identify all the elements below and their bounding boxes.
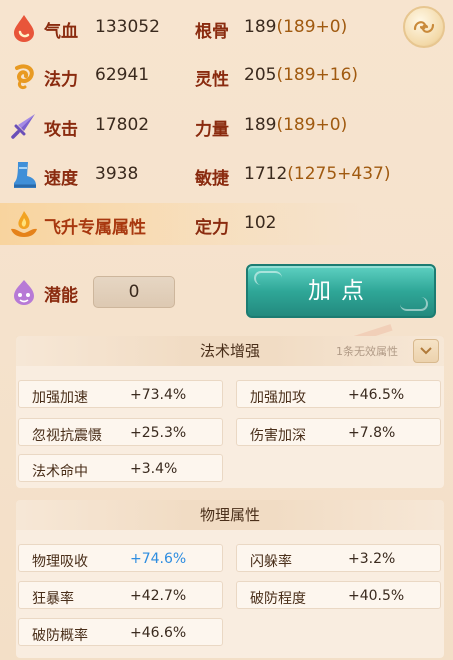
- wuli-section-header: 物理属性: [16, 500, 444, 530]
- wuli-item-0: 物理吸收 +74.6%: [18, 544, 223, 572]
- fashu-item-2: 忽视抗震慑 +25.3%: [18, 418, 223, 446]
- attr-name: 狂暴率: [32, 591, 74, 607]
- stat-row-qixue: 气血 133052 根骨 189(189+0): [0, 8, 453, 48]
- lingxing-extra: (189+16): [276, 65, 359, 85]
- qixue-value: 133052: [95, 17, 160, 37]
- minjie-base: 1712: [244, 164, 288, 184]
- blood-drop-icon: [14, 15, 34, 42]
- attr-value: +46.6%: [130, 625, 187, 641]
- boot-icon: [14, 162, 36, 188]
- dingli-value: 102: [244, 213, 277, 233]
- attr-value: +3.4%: [130, 461, 178, 477]
- fashu-section: 法术增强 1条无效属性 加强加速 +73.4% 加强加攻 +46.5% 忽视抗震…: [16, 336, 444, 488]
- attr-value: +25.3%: [130, 425, 187, 441]
- wuli-item-4: 破防概率 +46.6%: [18, 618, 223, 646]
- swirl-mana-icon: [15, 64, 34, 90]
- gengu-label: 根骨: [195, 22, 229, 42]
- liliang-label: 力量: [195, 120, 229, 140]
- attr-name: 法术命中: [32, 464, 88, 480]
- wuli-section: 物理属性 物理吸收 +74.6% 闪躲率 +3.2% 狂暴率 +42.7% 破防…: [16, 500, 444, 658]
- gongji-value: 17802: [95, 115, 150, 135]
- fashu-dropdown-button[interactable]: [413, 339, 439, 363]
- qixue-label: 气血: [44, 22, 78, 42]
- chevron-down-icon: [420, 347, 432, 355]
- gengu-extra: (189+0): [276, 17, 348, 37]
- stat-row-fali: 法力 62941 灵性 205(189+16): [0, 56, 453, 96]
- lingxing-label: 灵性: [195, 70, 229, 90]
- wuli-item-3: 破防程度 +40.5%: [236, 581, 441, 609]
- invalid-attribute-note: 1条无效属性: [336, 345, 398, 358]
- liliang-base: 189: [244, 115, 277, 135]
- fali-label: 法力: [44, 70, 78, 90]
- stat-row-sudu: 速度 3938 敏捷 1712(1275+437): [0, 155, 453, 195]
- attr-value: +46.5%: [348, 387, 405, 403]
- attr-name: 忽视抗震慑: [32, 428, 102, 444]
- add-point-button[interactable]: 加点: [246, 264, 436, 318]
- attr-value: +42.7%: [130, 588, 187, 604]
- minjie-label: 敏捷: [195, 169, 229, 189]
- attr-value: +3.2%: [348, 551, 396, 567]
- minjie-extra: (1275+437): [287, 164, 391, 184]
- dingli-label: 定力: [195, 218, 229, 238]
- lingxing-base: 205: [244, 65, 277, 85]
- spirit-orb-icon: [14, 280, 34, 305]
- fashu-item-3: 伤害加深 +7.8%: [236, 418, 441, 446]
- attr-name: 破防程度: [250, 591, 306, 607]
- character-attribute-panel: 气血 133052 根骨 189(189+0) 法力 62941 灵性 205(…: [0, 0, 453, 660]
- attr-name: 闪躲率: [250, 554, 292, 570]
- attr-name: 破防概率: [32, 628, 88, 644]
- fali-value: 62941: [95, 65, 150, 85]
- stat-row-feisheng: 飞升专属属性 定力 102: [0, 204, 453, 244]
- feisheng-label: 飞升专属属性: [44, 218, 146, 238]
- gongji-label: 攻击: [44, 120, 78, 140]
- fashu-item-4: 法术命中 +3.4%: [18, 454, 223, 482]
- attr-name: 伤害加深: [250, 428, 306, 444]
- wuli-item-1: 闪躲率 +3.2%: [236, 544, 441, 572]
- gengu-value: 189(189+0): [244, 17, 347, 37]
- stat-row-gongji: 攻击 17802 力量 189(189+0): [0, 106, 453, 146]
- fashu-item-1: 加强加攻 +46.5%: [236, 380, 441, 408]
- attr-value: +73.4%: [130, 387, 187, 403]
- potential-value-field[interactable]: 0: [93, 276, 175, 308]
- attr-name: 加强加速: [32, 390, 88, 406]
- potential-label: 潜能: [44, 286, 78, 306]
- fashu-section-title: 法术增强: [199, 342, 260, 360]
- minjie-value: 1712(1275+437): [244, 164, 391, 184]
- flame-lotus-icon: [11, 211, 37, 237]
- attr-name: 物理吸收: [32, 554, 88, 570]
- liliang-value: 189(189+0): [244, 115, 347, 135]
- attr-value: +7.8%: [348, 425, 396, 441]
- attr-value: +40.5%: [348, 588, 405, 604]
- sudu-value: 3938: [95, 164, 139, 184]
- sudu-label: 速度: [44, 169, 78, 189]
- fashu-item-0: 加强加速 +73.4%: [18, 380, 223, 408]
- attr-name: 加强加攻: [250, 390, 306, 406]
- attr-value: +74.6%: [130, 551, 187, 567]
- wuli-item-2: 狂暴率 +42.7%: [18, 581, 223, 609]
- lingxing-value: 205(189+16): [244, 65, 358, 85]
- sword-icon: [11, 114, 35, 139]
- gengu-base: 189: [244, 17, 277, 37]
- liliang-extra: (189+0): [276, 115, 348, 135]
- wuli-section-title: 物理属性: [199, 506, 260, 524]
